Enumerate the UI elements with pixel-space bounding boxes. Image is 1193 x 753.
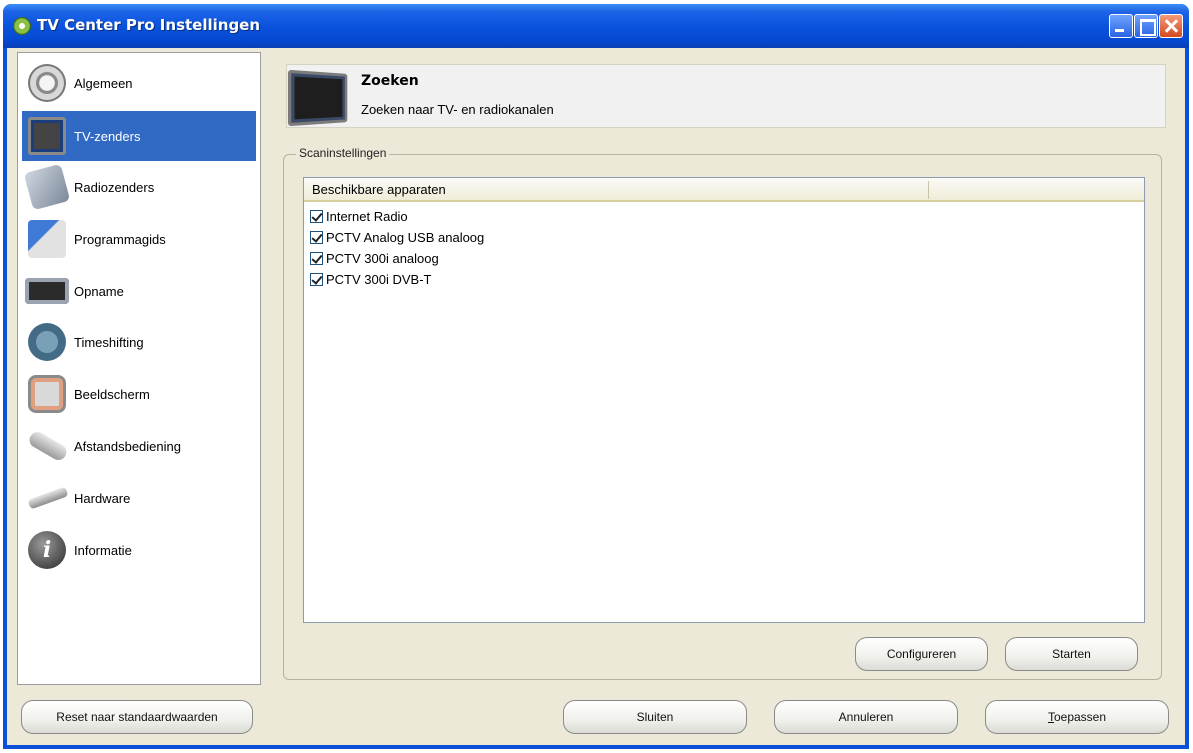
cancel-button[interactable]: Annuleren (774, 700, 958, 734)
list-item[interactable]: PCTV 300i DVB-T (310, 269, 431, 289)
display-icon (28, 375, 66, 413)
device-label: PCTV Analog USB analoog (326, 229, 485, 245)
apply-button[interactable]: Toepassen (985, 700, 1169, 734)
sidebar-item-hardware[interactable]: Hardware (22, 473, 256, 523)
apply-label: oepassen (1053, 710, 1107, 724)
timeshift-icon (28, 323, 66, 361)
sidebar-item-timeshifting[interactable]: Timeshifting (22, 317, 256, 367)
sidebar-item-beeldscherm[interactable]: Beeldscherm (22, 369, 256, 419)
sidebar-item-label: Algemeen (74, 75, 133, 91)
sidebar-item-label: Beeldscherm (74, 386, 150, 402)
start-button[interactable]: Starten (1005, 637, 1138, 671)
settings-icon (28, 64, 66, 102)
list-item[interactable]: Internet Radio (310, 206, 408, 226)
hardware-icon (27, 486, 69, 510)
title-bar[interactable]: TV Center Pro Instellingen (3, 4, 1189, 48)
sidebar-item-programmagids[interactable]: Programmagids (22, 214, 256, 264)
column-divider[interactable] (928, 181, 929, 199)
device-label: Internet Radio (326, 208, 408, 224)
close-button[interactable] (1159, 14, 1183, 38)
sidebar-item-opname[interactable]: Opname (22, 266, 256, 316)
sidebar-item-label: Timeshifting (74, 334, 144, 350)
tv-monitor-icon (287, 69, 348, 127)
sidebar-item-label: TV-zenders (74, 128, 141, 144)
sidebar-item-label: Opname (74, 283, 124, 299)
device-list[interactable]: Beschikbare apparaten Internet Radio PCT… (303, 177, 1145, 623)
tv-icon (28, 117, 66, 155)
section-subtitle: Zoeken naar TV- en radiokanalen (361, 102, 554, 117)
recording-icon (25, 278, 69, 304)
device-checkbox[interactable] (310, 209, 323, 223)
reset-defaults-button[interactable]: Reset naar standaardwaarden (21, 700, 253, 734)
list-header: Beschikbare apparaten (304, 178, 1144, 202)
remote-control-icon (26, 429, 70, 463)
sidebar-item-informatie[interactable]: i Informatie (22, 525, 256, 575)
sidebar-item-tv-zenders[interactable]: TV-zenders (22, 111, 256, 161)
section-header: Zoeken Zoeken naar TV- en radiokanalen (286, 64, 1166, 128)
minimize-button[interactable] (1109, 14, 1133, 38)
device-checkbox[interactable] (310, 251, 323, 265)
sidebar-item-afstandsbediening[interactable]: Afstandsbediening (22, 421, 256, 471)
sidebar-item-label: Programmagids (74, 231, 166, 247)
configure-button[interactable]: Configureren (855, 637, 988, 671)
sidebar-item-radiozenders[interactable]: Radiozenders (22, 162, 256, 212)
sidebar-item-algemeen[interactable]: Algemeen (22, 58, 256, 108)
sidebar-item-label: Informatie (74, 542, 132, 558)
info-icon: i (28, 531, 66, 569)
device-label: PCTV 300i DVB-T (326, 271, 432, 287)
maximize-button[interactable] (1134, 14, 1158, 38)
device-label: PCTV 300i analoog (326, 250, 439, 266)
app-icon (13, 17, 31, 35)
scan-settings-group: Scaninstellingen Beschikbare apparaten I… (283, 146, 1162, 680)
sidebar-item-label: Afstandsbediening (74, 438, 181, 454)
sidebar-item-label: Radiozenders (74, 179, 155, 195)
close-dialog-button[interactable]: Sluiten (563, 700, 747, 734)
device-checkbox[interactable] (310, 230, 323, 244)
settings-sidebar: Algemeen TV-zenders Radiozenders Program… (17, 52, 261, 685)
column-header-devices[interactable]: Beschikbare apparaten (312, 182, 446, 197)
list-item[interactable]: PCTV 300i analoog (310, 248, 439, 268)
group-label: Scaninstellingen (296, 146, 390, 160)
sidebar-item-label: Hardware (74, 490, 131, 506)
list-item[interactable]: PCTV Analog USB analoog (310, 227, 484, 247)
device-checkbox[interactable] (310, 272, 323, 286)
radio-icon (23, 163, 71, 211)
window-title: TV Center Pro Instellingen (37, 16, 261, 34)
program-guide-icon (28, 220, 66, 258)
section-title: Zoeken (361, 73, 419, 89)
